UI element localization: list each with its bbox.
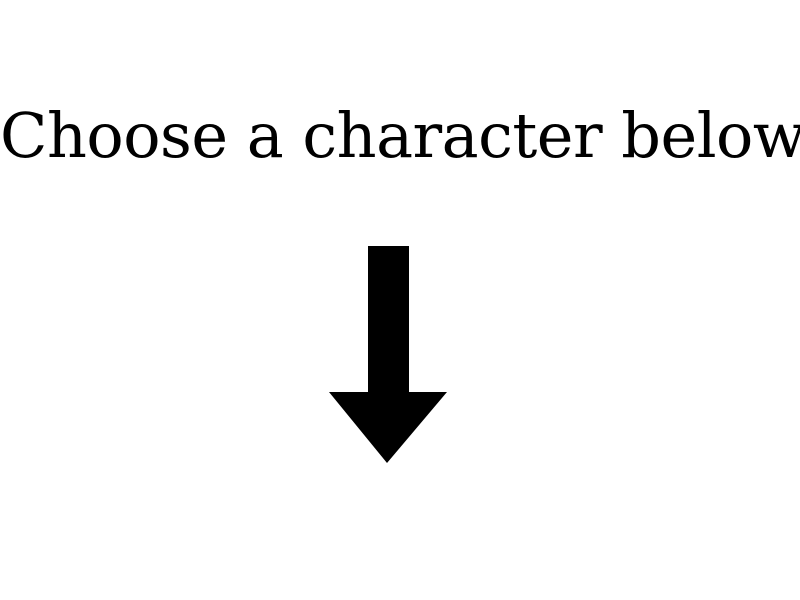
character-select-prompt: Choose a character below. [0, 99, 800, 172]
down-arrow-icon [329, 246, 447, 463]
game-screen: Choose a character below. [0, 0, 800, 600]
down-arrow-shape [329, 246, 447, 463]
